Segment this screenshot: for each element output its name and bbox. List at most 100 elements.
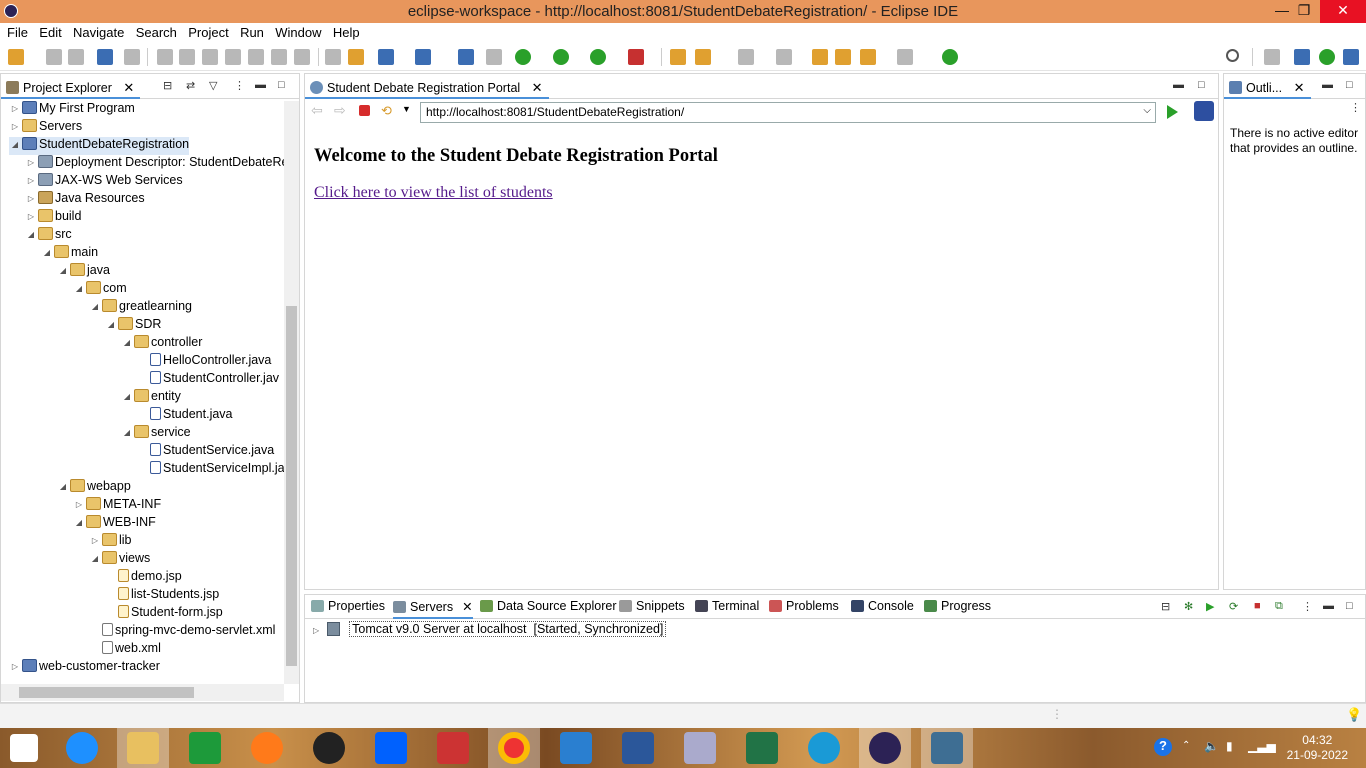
coverage-icon[interactable] [590, 49, 606, 65]
external-tools-icon[interactable] [628, 49, 644, 65]
stop-server-icon[interactable]: ■ [1254, 600, 1261, 612]
tree-item[interactable]: spring-mvc-demo-servlet.xml [89, 623, 275, 641]
new-icon[interactable] [8, 49, 24, 65]
firefox-icon[interactable] [251, 732, 283, 764]
start-button-icon[interactable] [10, 734, 38, 762]
tab-data-source-explorer[interactable]: Data Source Explorer [480, 599, 617, 613]
expand-arrow-icon[interactable]: ▷ [25, 176, 37, 185]
menu-window[interactable]: Window [268, 23, 321, 40]
file-explorer-icon[interactable] [127, 732, 159, 764]
collapse-arrow-icon[interactable]: ◢ [121, 338, 133, 347]
expand-arrow-icon[interactable]: ▷ [25, 212, 37, 221]
save-icon[interactable] [46, 49, 62, 65]
link-editor-icon[interactable]: ⇄ [186, 79, 195, 92]
maximize-view-icon[interactable]: □ [1198, 79, 1205, 91]
collapse-arrow-icon[interactable]: ◢ [57, 266, 69, 275]
tab-outline[interactable]: Outli... ✕ [1224, 76, 1311, 99]
tab-servers[interactable]: Servers ✕ [393, 599, 473, 619]
close-icon[interactable]: ✕ [1294, 80, 1305, 95]
collapse-arrow-icon[interactable]: ◢ [121, 392, 133, 401]
last-edit-icon[interactable] [812, 49, 828, 65]
server-row[interactable]: ▷ Tomcat v9.0 Server at localhost [Start… [313, 621, 667, 637]
maximize-view-icon[interactable]: □ [278, 79, 285, 91]
eclipse-taskbar-icon[interactable] [869, 732, 901, 764]
scrollbar-thumb[interactable] [19, 687, 194, 698]
tree-item[interactable]: ◢ SDR [105, 317, 161, 335]
terminal-icon[interactable] [97, 49, 113, 65]
collapse-arrow-icon[interactable]: ◢ [89, 554, 101, 563]
close-icon[interactable]: ✕ [123, 80, 134, 95]
tree-item[interactable]: ◢ src [25, 227, 72, 245]
open-external-browser-icon[interactable] [1194, 101, 1214, 121]
menu-run[interactable]: Run [233, 23, 264, 40]
refresh-icon[interactable]: ⟲ [381, 103, 392, 119]
collapse-arrow-icon[interactable]: ◢ [57, 482, 69, 491]
chevron-down-icon[interactable]: ⌵ [1143, 105, 1151, 116]
tree-item[interactable]: ▷ web-customer-tracker [9, 659, 160, 677]
tree-item[interactable]: ◢ controller [121, 335, 202, 353]
tree-item[interactable]: ▷ JAX-WS Web Services [25, 173, 183, 191]
close-icon[interactable]: ✕ [462, 600, 472, 614]
tab-progress[interactable]: Progress [924, 599, 991, 613]
tree-item[interactable]: ◢ com [73, 281, 127, 299]
step-into-icon[interactable] [248, 49, 264, 65]
mysql-workbench-icon[interactable] [931, 732, 963, 764]
tree-item[interactable]: ◢ greatlearning [89, 299, 192, 317]
tree-item[interactable]: StudentService.java [137, 443, 274, 461]
collapse-arrow-icon[interactable]: ◢ [121, 428, 133, 437]
view-menu-icon[interactable]: ⋮ [1350, 101, 1361, 114]
tree-item[interactable]: ◢ java [57, 263, 110, 281]
expand-arrow-icon[interactable]: ▷ [73, 500, 85, 509]
expand-arrow-icon[interactable]: ▷ [9, 662, 21, 671]
volume-icon[interactable]: 🔈 [1204, 739, 1219, 753]
tree-item[interactable]: ◢ webapp [57, 479, 131, 497]
search-icon[interactable] [1226, 49, 1239, 62]
step-over-icon[interactable] [271, 49, 287, 65]
tab-properties[interactable]: Properties [311, 599, 385, 613]
scrollbar-thumb[interactable] [286, 306, 297, 666]
collapse-all-icon[interactable]: ⊟ [163, 79, 172, 92]
forward-icon[interactable]: ⇨ [334, 102, 346, 119]
tree-item[interactable]: ◢ main [41, 245, 98, 263]
menu-help[interactable]: Help [326, 23, 360, 40]
tab-problems[interactable]: Problems [769, 599, 839, 613]
back-icon[interactable] [860, 49, 876, 65]
tree-item[interactable]: ▷ My First Program [9, 101, 135, 119]
tree-item[interactable]: ◢ views [89, 551, 150, 569]
debug-perspective-icon[interactable] [1319, 49, 1335, 65]
expand-arrow-icon[interactable]: ▷ [89, 536, 101, 545]
expand-arrow-icon[interactable]: ▷ [25, 194, 37, 203]
network-icon[interactable]: ▁▃▅ [1248, 739, 1276, 753]
tree-item[interactable]: ▷ Java Resources [25, 191, 145, 209]
search-references-icon[interactable] [486, 49, 502, 65]
use-step-filters-icon[interactable] [348, 49, 364, 65]
tab-console[interactable]: Console [851, 599, 914, 613]
tree-item[interactable]: Student.java [137, 407, 233, 425]
step-return-icon[interactable] [294, 49, 310, 65]
explorer-vertical-scrollbar[interactable] [284, 101, 299, 684]
minimize-view-icon[interactable]: ▬ [1322, 79, 1333, 91]
expand-arrow-icon[interactable]: ▷ [25, 158, 37, 167]
menu-navigate[interactable]: Navigate [66, 23, 124, 40]
collapse-arrow-icon[interactable]: ◢ [105, 320, 117, 329]
tree-item[interactable]: ◢ StudentDebateRegistration [9, 137, 190, 155]
minimize-view-icon[interactable]: ▬ [1323, 600, 1334, 612]
start-server-icon[interactable]: ▶ [1206, 600, 1214, 613]
new-web-service-icon[interactable] [415, 49, 431, 65]
publish-icon[interactable]: ⧉ [1275, 600, 1283, 613]
tree-item[interactable]: ▷ build [25, 209, 81, 227]
collapse-all-icon[interactable]: ⊟ [1161, 600, 1170, 613]
view-menu-icon[interactable]: ⋮ [1302, 600, 1313, 613]
tree-item[interactable]: list-Students.jsp [105, 587, 219, 605]
internet-explorer-icon[interactable] [66, 732, 98, 764]
menu-edit[interactable]: Edit [32, 23, 61, 40]
profile-server-icon[interactable]: ⟳ [1229, 600, 1238, 613]
excel-icon[interactable] [746, 732, 778, 764]
java-ee-perspective-icon[interactable] [1294, 49, 1310, 65]
close-icon[interactable]: ✕ [532, 80, 543, 95]
expand-arrow-icon[interactable]: ▷ [313, 626, 319, 635]
url-input[interactable]: http://localhost:8081/StudentDebateRegis… [420, 102, 1156, 123]
debug-server-icon[interactable]: ✻ [1184, 600, 1193, 613]
stop-icon[interactable] [359, 105, 370, 116]
tab-terminal[interactable]: Terminal [695, 599, 759, 613]
